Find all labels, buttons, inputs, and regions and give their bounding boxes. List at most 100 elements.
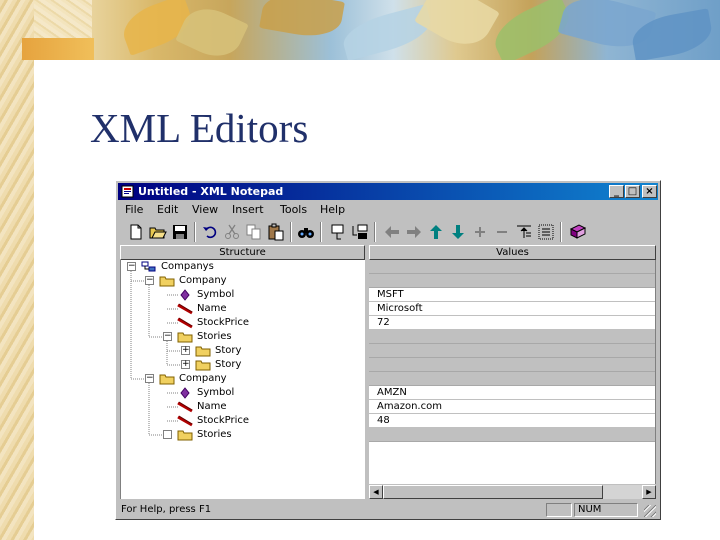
menu-edit[interactable]: Edit [157,203,178,217]
tree-node-label: Symbol [197,387,235,398]
value-row[interactable] [369,344,655,358]
tree-expander[interactable]: − [145,374,154,383]
value-row[interactable] [369,372,655,386]
tree-node-label: Name [197,401,227,412]
scrollbar-thumb[interactable] [383,485,603,499]
open-icon[interactable] [148,222,168,242]
tree-node[interactable]: − Company [121,372,365,386]
value-cell-text: MSFT [377,289,404,300]
find-icon[interactable] [296,222,316,242]
undo-icon[interactable] [200,222,220,242]
folder-icon [159,275,175,287]
menu-insert[interactable]: Insert [232,203,264,217]
tree-node[interactable]: Symbol [121,386,365,400]
value-cell-text: AMZN [377,387,407,398]
value-row[interactable]: MSFT [369,288,655,302]
xml-notepad-app-icon[interactable] [121,185,134,198]
insert-child-icon[interactable] [350,222,370,242]
scroll-left-button[interactable]: ◀ [369,485,383,499]
element-marker-icon [177,303,193,315]
companys-root-icon [141,261,157,273]
value-row[interactable]: 48 [369,414,655,428]
close-button[interactable]: × [642,185,657,198]
copy-icon[interactable] [244,222,264,242]
status-bar: For Help, press F1 NUM [118,501,658,518]
tree-node[interactable]: StockPrice [121,316,365,330]
left-arrow-icon[interactable] [382,222,402,242]
value-row[interactable] [369,358,655,372]
xml-notepad-window: Untitled - XML Notepad _ □ × File Edit V… [115,180,661,520]
paste-icon[interactable] [266,222,286,242]
status-num-indicator: NUM [574,503,638,517]
new-icon[interactable] [126,222,146,242]
menu-view[interactable]: View [192,203,218,217]
tree-node[interactable]: Name [121,302,365,316]
value-cell-text: 72 [377,317,390,328]
tree-node[interactable]: Symbol [121,288,365,302]
menu-bar: File Edit View Insert Tools Help [120,202,656,219]
down-arrow-icon[interactable] [448,222,468,242]
toolbar-separator [560,222,562,242]
value-row[interactable]: Amazon.com [369,400,655,414]
minimize-button[interactable]: _ [609,185,624,198]
horizontal-scrollbar[interactable]: ◀ ▶ [369,485,656,499]
up-arrow-icon[interactable] [426,222,446,242]
value-row[interactable] [369,274,655,288]
folder-icon [177,331,193,343]
value-row[interactable]: 72 [369,316,655,330]
value-cell-text: Microsoft [377,303,423,314]
tree-node[interactable]: − Company [121,274,365,288]
window-titlebar[interactable]: Untitled - XML Notepad _ □ × [118,183,658,200]
element-marker-icon [177,317,193,329]
resize-grip[interactable] [644,505,656,517]
leaf-banner-image [92,0,720,60]
menu-help[interactable]: Help [320,203,345,217]
tree-expander[interactable]: − [163,332,172,341]
tree-node[interactable]: StockPrice [121,414,365,428]
tree-node[interactable]: + Story [121,344,365,358]
help-book-icon[interactable] [568,222,588,242]
indent-icon[interactable] [514,222,534,242]
tree-expander[interactable]: − [127,262,136,271]
tree-node[interactable]: Name [121,400,365,414]
values-list: MSFT Microsoft 72 AMZN Amazon.com 48 [369,260,656,484]
value-cell-text: Amazon.com [377,401,442,412]
tree-node-label: Company [179,275,227,286]
right-arrow-icon[interactable] [404,222,424,242]
slide-title: XML Editors [90,105,309,151]
attribute-diamond-icon [177,289,193,301]
structure-header[interactable]: Structure [120,245,365,260]
attribute-diamond-icon [177,387,193,399]
cut-icon[interactable] [222,222,242,242]
banner-accent-block [22,38,94,60]
menu-file[interactable]: File [125,203,143,217]
outdent-icon[interactable] [536,222,556,242]
folder-icon [159,373,175,385]
tree-expander[interactable]: + [181,360,190,369]
scroll-right-button[interactable]: ▶ [642,485,656,499]
value-cell-text: 48 [377,415,390,426]
tree-node[interactable]: − Companys [121,260,365,274]
value-row[interactable]: AMZN [369,386,655,400]
insert-element-icon[interactable] [328,222,348,242]
value-row[interactable] [369,330,655,344]
toolbar-separator [374,222,376,242]
menu-tools[interactable]: Tools [280,203,307,217]
tree-node[interactable]: − Stories [121,330,365,344]
value-row[interactable] [369,428,655,442]
tree-expander[interactable]: + [181,346,190,355]
tree-expander[interactable]: − [145,276,154,285]
value-row[interactable]: Microsoft [369,302,655,316]
toolbar-separator [290,222,292,242]
save-icon[interactable] [170,222,190,242]
maximize-button[interactable]: □ [625,185,640,198]
value-row[interactable] [369,260,655,274]
values-header[interactable]: Values [369,245,656,260]
folder-icon [177,429,193,441]
tree-node[interactable]: Stories [121,428,365,442]
tree-expander[interactable] [163,430,172,439]
collapse-icon[interactable] [492,222,512,242]
tree-node-label: Story [215,345,242,356]
expand-icon[interactable] [470,222,490,242]
tree-node[interactable]: + Story [121,358,365,372]
